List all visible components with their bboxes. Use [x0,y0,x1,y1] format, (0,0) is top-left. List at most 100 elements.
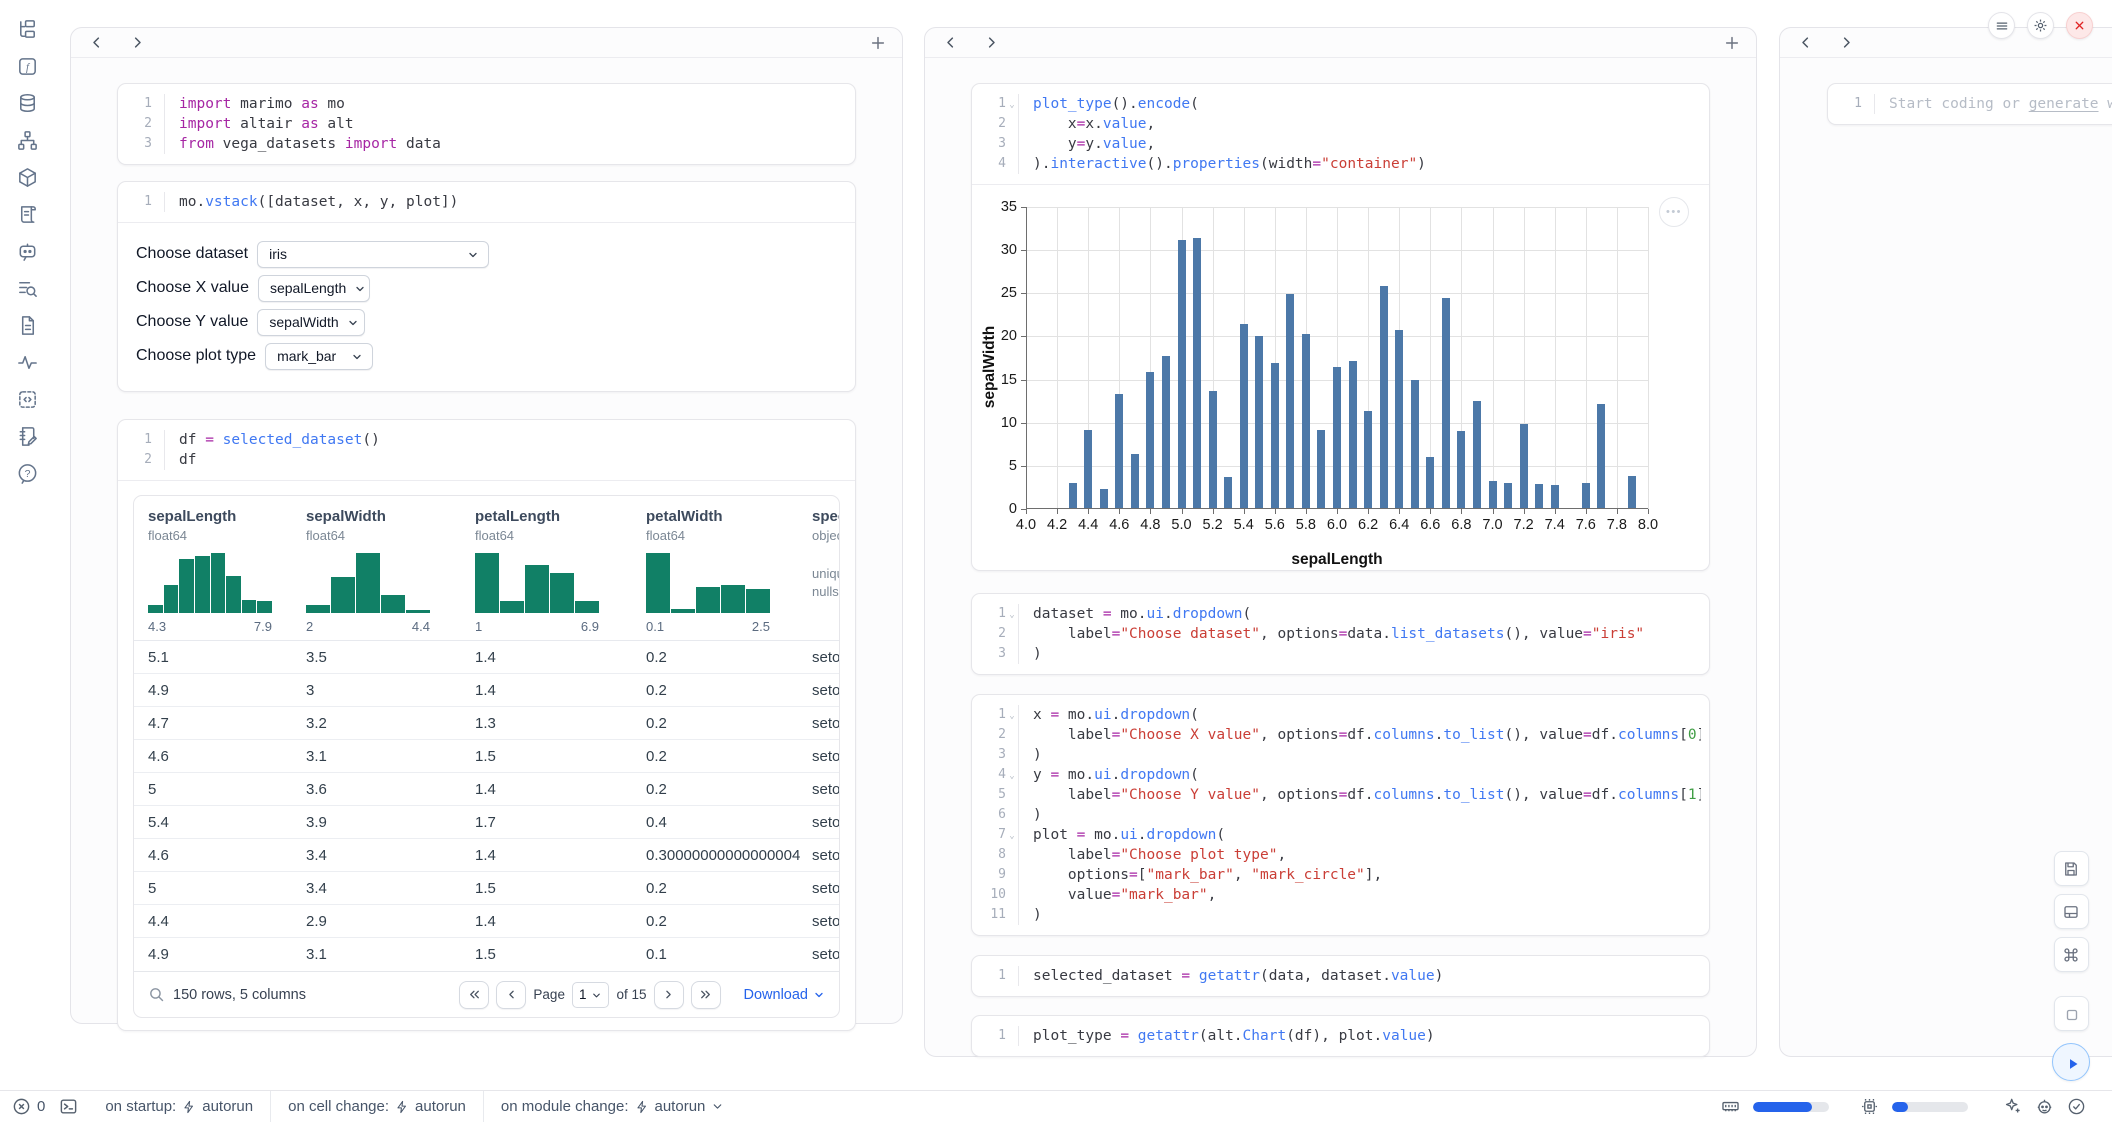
stop-button[interactable] [2054,996,2089,1031]
dropdown-select-plot-type[interactable]: mark_bar [265,343,373,370]
sidebar-scratchpad-icon[interactable] [16,425,39,448]
code-editor-placeholder[interactable]: Start coding or generate with [1874,94,2112,114]
table-row[interactable]: 5.43.91.70.4setosa [134,806,840,839]
sidebar-script-icon[interactable] [16,203,39,226]
line-number: 6 [972,805,1006,825]
table-row[interactable]: 4.63.11.50.2setosa [134,740,840,773]
sidebar-document-icon[interactable] [16,314,39,337]
fold-marker [1006,785,1018,805]
dataframe-cell[interactable]: 1df = selected_dataset()2df sepalLengthfl… [117,419,856,1031]
dataset-dropdown-cell[interactable]: 1⌄dataset = mo.ui.dropdown(2 label="Choo… [971,593,1710,675]
code-editor[interactable]: 1⌄x = mo.ui.dropdown(2 label="Choose X v… [972,695,1709,935]
search-icon[interactable] [148,986,165,1003]
code-line: 1⌄plot_type().encode( [972,94,1701,114]
sidebar-help-icon[interactable]: ? [16,462,39,485]
chart-bar [1115,394,1123,509]
previous-page-button[interactable] [496,981,526,1009]
column-name: petalWidth [646,508,812,525]
sidebar-dependency-graph-icon[interactable] [16,129,39,152]
selected-dataset-cell[interactable]: 1selected_dataset = getattr(data, datase… [971,955,1710,997]
table-row[interactable]: 4.63.41.40.30000000000000004setosa [134,839,840,872]
download-button[interactable]: Download [744,987,826,1003]
column-right-chevron-icon[interactable] [1839,35,1854,50]
sidebar-database-icon[interactable] [16,92,39,115]
terminal-icon[interactable] [59,1097,78,1116]
table-row[interactable]: 53.41.50.2setosa [134,872,840,905]
sidebar-package-icon[interactable] [16,166,39,189]
sidebar-file-tree-icon[interactable] [16,18,39,41]
table-row[interactable]: 4.42.91.40.2setosa [134,905,840,938]
page-select[interactable]: 1 [572,982,610,1008]
code-editor[interactable]: 1import marimo as mo2import altair as al… [118,84,855,164]
sidebar-chat-bot-icon[interactable] [16,240,39,263]
on-startup-setting[interactable]: on startup: autorun [88,1091,271,1122]
sidebar-activity-icon[interactable] [16,351,39,374]
code-line: 2df [118,450,847,470]
table-cell: 4.4 [148,913,306,930]
next-page-button[interactable] [654,981,684,1009]
bot-icon[interactable] [2035,1097,2054,1116]
last-page-button[interactable] [691,981,721,1009]
on-module-change-setting[interactable]: on module change: autorun [484,1091,741,1122]
empty-code-cell[interactable]: 1 Start coding or generate with [1827,83,2112,125]
table-row[interactable]: 4.931.40.2setosa [134,674,840,707]
column-header[interactable]: petalWidthfloat640.12.5 [646,508,812,634]
column-header[interactable]: sepalWidthfloat6424.4 [306,508,475,634]
column-right-chevron-icon[interactable] [130,35,145,50]
column-left-chevron-icon[interactable] [943,35,958,50]
plot-cell[interactable]: 1⌄plot_type().encode(2 x=x.value,3 y=y.v… [971,83,1710,571]
column-header[interactable]: petalLengthfloat6416.9 [475,508,646,634]
y-tick-label: 25 [1001,285,1026,301]
table-row[interactable]: 4.73.21.30.2setosa [134,707,840,740]
panel-layout-button[interactable] [2054,894,2089,929]
on-cell-change-setting[interactable]: on cell change: autorun [271,1091,484,1122]
plot-type-cell[interactable]: 1plot_type = getattr(alt.Chart(df), plot… [971,1015,1710,1057]
settings-button[interactable] [2027,12,2054,39]
code-editor[interactable]: 1⌄plot_type().encode(2 x=x.value,3 y=y.v… [972,84,1709,184]
column-name: species [812,508,840,525]
table-scroll-area[interactable]: sepalLengthfloat644.37.9sepalWidthfloat6… [134,496,840,971]
code-editor[interactable]: 1selected_dataset = getattr(data, datase… [972,956,1709,996]
dropdown-select-x-value[interactable]: sepalLength [258,275,370,302]
dropdown-select-y-value[interactable]: sepalWidth [257,309,365,336]
sidebar-snippets-icon[interactable] [16,388,39,411]
save-button[interactable] [2054,851,2089,886]
table-cell: setosa [812,682,840,699]
imports-cell[interactable]: 1import marimo as mo2import altair as al… [117,83,856,165]
column-header[interactable]: sepalLengthfloat644.37.9 [148,508,306,634]
first-page-button[interactable] [459,981,489,1009]
chart-bar [1395,330,1403,509]
table-cell: 5.4 [148,814,306,831]
sidebar-function-square-icon[interactable]: f [16,55,39,78]
check-circle-icon[interactable] [2067,1097,2086,1116]
code-editor[interactable]: 1⌄dataset = mo.ui.dropdown(2 label="Choo… [972,594,1709,674]
add-cell-icon[interactable] [1724,35,1740,51]
column-header[interactable]: speciesobjectunique:nulls: [812,508,840,634]
sidebar-logs-search-icon[interactable] [16,277,39,300]
code-editor[interactable]: 1mo.vstack([dataset, x, y, plot]) [118,182,855,222]
code-editor[interactable]: 1plot_type = getattr(alt.Chart(df), plot… [972,1016,1709,1056]
column-left-chevron-icon[interactable] [89,35,104,50]
chart-plot-area[interactable]: 4.04.24.44.64.85.05.25.45.65.86.06.26.46… [1026,207,1648,509]
keyboard-shortcuts-button[interactable] [2054,937,2089,972]
run-button[interactable] [2052,1043,2090,1081]
shutdown-button[interactable] [2066,12,2093,39]
histogram-bar [671,609,695,613]
table-row[interactable]: 4.93.11.50.1setosa [134,938,840,971]
column-left-chevron-icon[interactable] [1798,35,1813,50]
column-2-panel: 1⌄plot_type().encode(2 x=x.value,3 y=y.v… [924,27,1757,1057]
errors-icon[interactable] [12,1097,31,1116]
chart-menu-button[interactable]: ••• [1659,197,1689,227]
add-cell-icon[interactable] [870,35,886,51]
dropdown-select-dataset[interactable]: iris [257,241,489,268]
table-cell: setosa [812,748,840,765]
table-row[interactable]: 53.61.40.2setosa [134,773,840,806]
vstack-cell[interactable]: 1mo.vstack([dataset, x, y, plot])Choose … [117,181,856,392]
table-row[interactable]: 5.13.51.40.2setosa [134,641,840,674]
sparkles-ai-icon[interactable] [2003,1097,2022,1116]
generate-with-ai-link[interactable]: generate [2029,96,2099,112]
xy-plot-dropdowns-cell[interactable]: 1⌄x = mo.ui.dropdown(2 label="Choose X v… [971,694,1710,936]
menu-button[interactable] [1988,12,2015,39]
column-right-chevron-icon[interactable] [984,35,999,50]
code-editor[interactable]: 1df = selected_dataset()2df [118,420,855,480]
